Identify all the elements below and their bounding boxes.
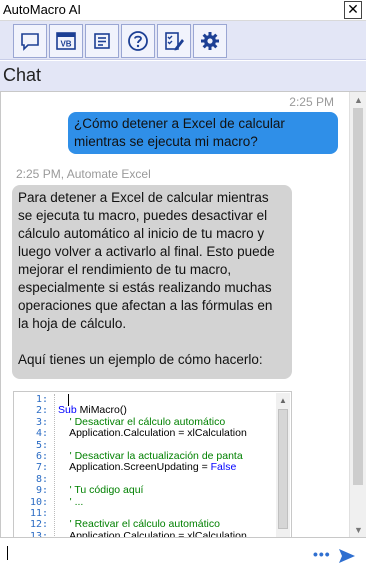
chat-button[interactable] (13, 24, 47, 58)
user-message-timestamp: 2:25 PM (289, 95, 334, 109)
line-number: 5: (35, 439, 48, 451)
line-number: 4: (35, 428, 48, 440)
line-number: 7: (35, 462, 48, 474)
code-token: ' ... (58, 495, 84, 508)
line-number: 6: (35, 450, 48, 462)
code-token: MiMacro() (79, 404, 127, 417)
title-bar: AutoMacro AI ✕ (0, 0, 366, 21)
code-text: Application.Calculation = xlCalculation (58, 427, 247, 440)
window-title: AutoMacro AI (3, 2, 82, 17)
checklist-edit-button[interactable] (157, 24, 191, 58)
code-token: ' Reactivar el cálculo automático (58, 518, 220, 531)
line-number: 11: (29, 507, 48, 519)
send-button[interactable] (338, 548, 356, 564)
scroll-up-icon[interactable]: ▲ (279, 396, 287, 405)
code-scrollbar[interactable]: ▲ (276, 393, 290, 537)
help-icon (128, 31, 148, 51)
scroll-down-icon[interactable]: ▼ (354, 525, 363, 535)
chat-scrollbar[interactable]: ▲ ▼ (349, 92, 366, 537)
help-button[interactable] (121, 24, 155, 58)
bot-message-timestamp: 2:25 PM, Automate Excel (16, 167, 151, 181)
code-token: False (210, 461, 237, 474)
code-token: Application.Calculation = xlCalculation (58, 427, 247, 440)
settings-button[interactable] (193, 24, 227, 58)
chat-icon (21, 33, 39, 51)
code-text: Application.ScreenUpdating = False (58, 462, 236, 473)
line-number: 3: (35, 416, 48, 428)
checklist-edit-icon (165, 32, 184, 51)
gear-icon (201, 32, 219, 50)
scroll-up-icon[interactable]: ▲ (354, 95, 363, 105)
user-message-bubble: ¿Cómo detener a Excel de calcular mientr… (68, 112, 338, 154)
code-token: Application.ScreenUpdating = (58, 461, 211, 474)
more-options-button[interactable]: ••• (313, 546, 331, 562)
line-number: 8: (35, 473, 48, 485)
line-number: 9: (35, 485, 48, 497)
code-token: Application.Calculation = xlCalculation (58, 529, 247, 537)
vba-icon: VB (56, 32, 76, 50)
chat-area: 2:25 PM ¿Cómo detener a Excel de calcula… (0, 91, 366, 537)
code-token: ' Desactivar el cálculo automático (58, 415, 226, 428)
code-token: ' Tu código aquí (58, 484, 144, 497)
line-number: 2: (35, 405, 48, 417)
line-number: 1: (35, 394, 48, 405)
code-block[interactable]: 1: 2: Sub MiMacro() 3: ' Desactivar el cálc… (13, 391, 292, 537)
bot-message-bubble: Para detener a Excel de calcular mientra… (12, 185, 292, 379)
chat-title: Chat (3, 65, 42, 85)
vba-button[interactable]: VB (49, 24, 83, 58)
code-scrollbar-thumb[interactable] (278, 409, 288, 529)
document-button[interactable] (85, 24, 119, 58)
bot-message-paragraph: Para detener a Excel de calcular mientra… (18, 190, 275, 331)
code-text: ' ... (58, 495, 84, 508)
input-caret (7, 546, 8, 560)
chat-scrollbar-thumb[interactable] (353, 108, 363, 485)
svg-text:VB: VB (60, 40, 71, 49)
line-number: 10: (29, 496, 48, 508)
input-bar: ••• (0, 537, 366, 576)
close-button[interactable]: ✕ (344, 1, 362, 19)
code-token: Sub (58, 404, 80, 417)
code-token: ' Desactivar la actualización de panta (58, 449, 243, 462)
bot-message-paragraph: Aquí tienes un ejemplo de cómo hacerlo: (18, 352, 263, 367)
line-number: 12: (29, 519, 48, 531)
toolbar: VB (0, 21, 366, 60)
document-icon (94, 33, 110, 49)
send-icon (339, 549, 355, 563)
message-input[interactable] (4, 540, 304, 570)
chat-header: Chat (0, 61, 366, 91)
code-indent-guide (54, 394, 55, 537)
